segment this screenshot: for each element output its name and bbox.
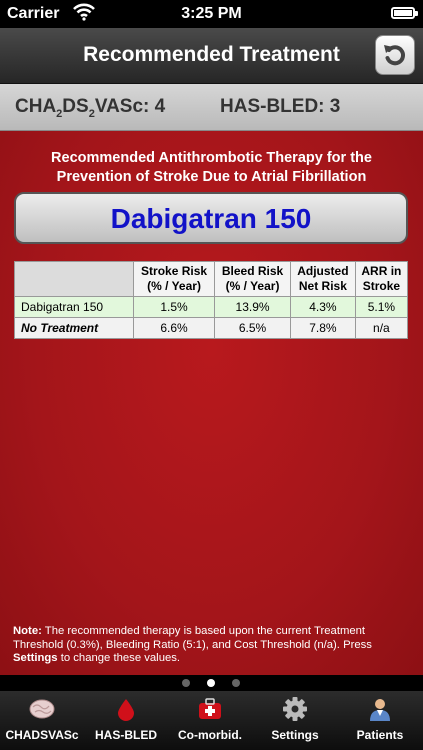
risk-table: Stroke Risk (% / Year) Bleed Risk (% / Yea… bbox=[14, 261, 409, 339]
row-label: Dabigatran 150 bbox=[14, 296, 134, 318]
blood-drop-icon bbox=[118, 699, 134, 721]
net-risk-cell: 4.3% bbox=[290, 296, 356, 318]
score-summary: CHA2DS2VASc: 4 HAS-BLED: 3 bbox=[0, 84, 423, 131]
page-indicator[interactable] bbox=[0, 675, 423, 691]
table-row: Dabigatran 150 1.5% 13.9% 4.3% 5.1% bbox=[14, 296, 409, 318]
table-header-row: Stroke Risk (% / Year) Bleed Risk (% / Yea… bbox=[14, 261, 409, 297]
table-header-net-risk: Adjusted Net Risk bbox=[290, 261, 356, 297]
recommended-therapy: Dabigatran 150 bbox=[110, 203, 312, 234]
table-row: No Treatment 6.6% 6.5% 7.8% n/a bbox=[14, 317, 409, 339]
tab-label: Co-morbid. bbox=[178, 728, 242, 742]
chadsvasc-score: CHA2DS2VASc: 4 bbox=[15, 96, 166, 120]
bleed-risk-cell: 6.5% bbox=[214, 317, 291, 339]
tab-label: HAS-BLED bbox=[95, 728, 157, 742]
table-header-stroke-risk: Stroke Risk (% / Year) bbox=[132, 261, 216, 297]
recommendation-heading: Recommended Antithrombotic Therapy for t… bbox=[51, 150, 372, 185]
tab-bar: CHADSVASc HAS-BLED Co-morbid. Settings P… bbox=[0, 691, 423, 750]
table-header-arr: ARR in Stroke bbox=[354, 261, 409, 297]
page-dot[interactable] bbox=[232, 679, 240, 687]
threshold-note: Note: The recommended therapy is based u… bbox=[13, 625, 372, 664]
tab-label: Patients bbox=[356, 728, 404, 742]
row-label: No Treatment bbox=[14, 317, 134, 339]
bleed-risk-cell: 13.9% bbox=[214, 296, 291, 318]
hasbled-score: HAS-BLED: 3 bbox=[220, 96, 341, 117]
tab-comorbid[interactable]: Co-morbid. bbox=[168, 691, 252, 750]
brain-icon bbox=[29, 699, 55, 719]
gear-icon bbox=[283, 697, 307, 721]
stroke-risk-cell: 6.6% bbox=[132, 317, 216, 339]
battery-icon bbox=[391, 7, 418, 19]
recommendation-panel: Recommended Antithrombotic Therapy for t… bbox=[0, 131, 423, 675]
navigation-bar: Recommended Treatment bbox=[0, 28, 423, 84]
recommended-therapy-box: Dabigatran 150 bbox=[14, 192, 408, 244]
table-header-blank bbox=[14, 261, 134, 297]
table-header-bleed-risk: Bleed Risk (% / Year) bbox=[214, 261, 291, 297]
page-title: Recommended Treatment bbox=[83, 43, 340, 66]
patient-icon bbox=[370, 699, 390, 721]
reset-button[interactable] bbox=[375, 35, 415, 75]
tab-label: CHADSVASc bbox=[5, 728, 79, 742]
page-dot-active[interactable] bbox=[207, 679, 215, 687]
net-risk-cell: 7.8% bbox=[290, 317, 356, 339]
first-aid-kit-icon bbox=[199, 698, 221, 719]
arr-cell: 5.1% bbox=[354, 296, 409, 318]
tab-hasbled[interactable]: HAS-BLED bbox=[84, 691, 168, 750]
tab-patients[interactable]: Patients bbox=[338, 691, 422, 750]
status-bar: Carrier 3:25 PM bbox=[0, 0, 423, 28]
arr-cell: n/a bbox=[354, 317, 409, 339]
stroke-risk-cell: 1.5% bbox=[132, 296, 216, 318]
refresh-icon bbox=[384, 45, 405, 66]
page-dot[interactable] bbox=[182, 679, 190, 687]
tab-chadsvasc[interactable]: CHADSVASc bbox=[0, 691, 84, 750]
tab-label: Settings bbox=[271, 728, 319, 742]
clock: 3:25 PM bbox=[181, 5, 242, 22]
tab-settings[interactable]: Settings bbox=[253, 691, 337, 750]
